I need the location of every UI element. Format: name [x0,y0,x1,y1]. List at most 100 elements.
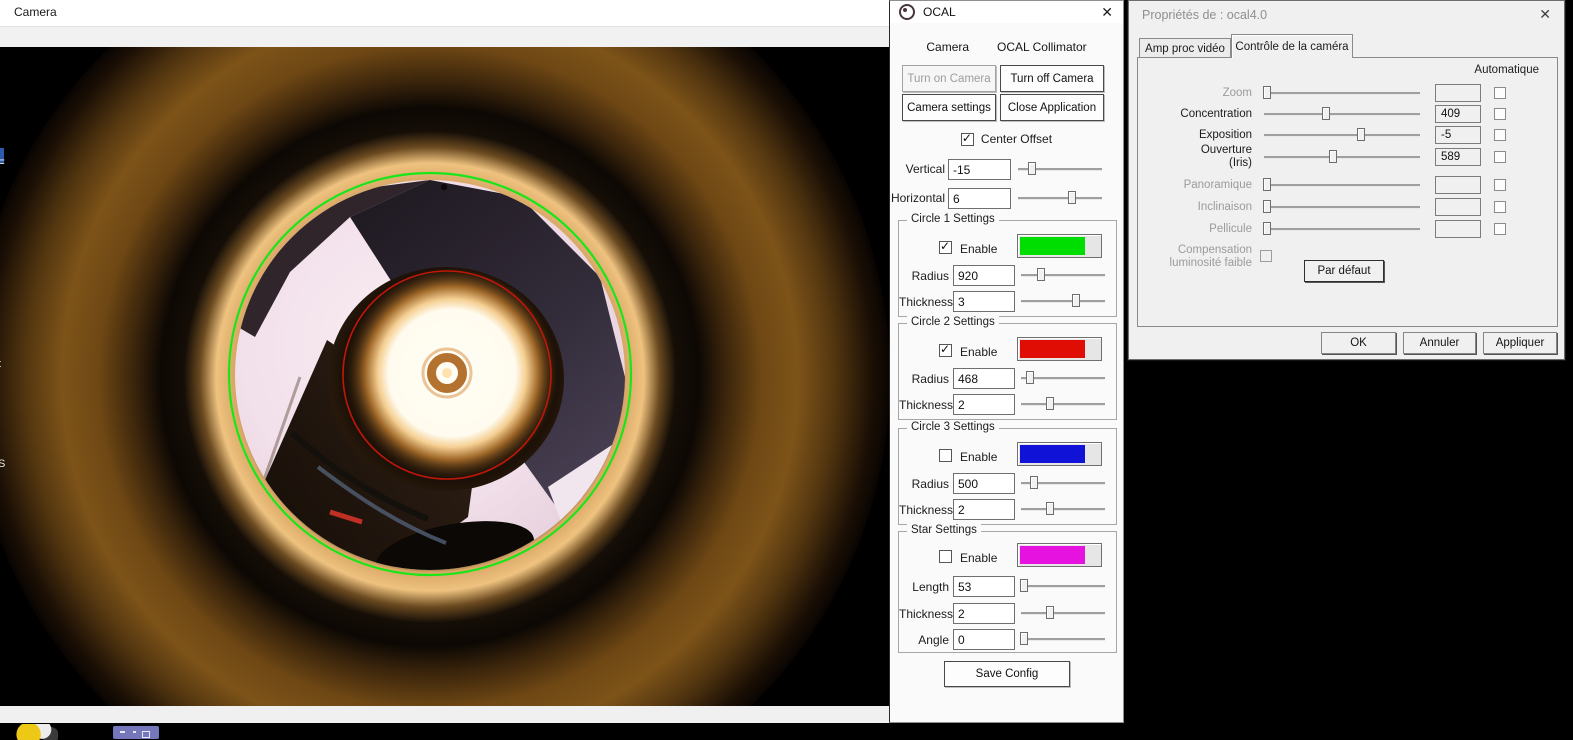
circle1-thickness-slider[interactable] [1021,293,1105,309]
star-angle-input[interactable] [953,629,1015,650]
zoom-value[interactable] [1435,84,1481,102]
camera-titlebar: Camera [0,0,889,27]
camera-settings-button[interactable]: Camera settings [902,94,996,121]
pellicule-auto-checkbox[interactable] [1494,223,1506,235]
circle3-group: Circle 3 Settings Enable Radius Thicknes… [898,421,1117,525]
circle3-thickness-slider[interactable] [1021,501,1105,517]
zoom-auto-checkbox[interactable] [1494,87,1506,99]
automatique-header: Automatique [1474,64,1539,76]
horizontal-label: Horizontal [890,191,945,205]
annuler-button[interactable]: Annuler [1403,332,1476,354]
pellicule-slider[interactable] [1263,221,1420,237]
star-enable-label: Enable [960,551,998,565]
zoom-slider[interactable] [1263,85,1420,101]
camera-window: Camera [0,0,890,740]
close-icon[interactable]: ✕ [1101,4,1113,21]
vertical-offset-input[interactable] [948,159,1011,180]
ocal-titlebar: OCAL ✕ [890,1,1123,23]
ocal-dialog-title: OCAL [923,5,956,19]
tab-amp-proc-video[interactable]: Amp proc vidéo [1139,38,1231,58]
tab-ocal-collimator[interactable]: OCAL Collimator [997,40,1087,54]
circle1-color-button[interactable] [1017,234,1102,258]
tab-camera[interactable]: Camera [926,40,969,54]
inclinaison-value[interactable] [1435,198,1481,216]
star-angle-slider[interactable] [1020,631,1105,647]
close-application-button[interactable]: Close Application [1000,94,1104,121]
inclinaison-auto-checkbox[interactable] [1494,201,1506,213]
ocal-tabs: Camera OCAL Collimator [890,40,1123,54]
concentration-label: Concentration [1180,108,1252,120]
pellicule-label: Pellicule [1209,223,1252,235]
compensation-checkbox[interactable] [1260,250,1272,262]
compensation-label-line2: luminosité faible [1169,257,1252,269]
appliquer-button[interactable]: Appliquer [1483,332,1557,354]
concentration-slider[interactable] [1264,106,1420,122]
horizontal-offset-input[interactable] [948,188,1011,209]
circle3-enable-checkbox[interactable] [939,449,952,462]
ouverture-value[interactable]: 589 [1435,148,1481,166]
circle2-color-button[interactable] [1017,337,1102,361]
circle2-radius-input[interactable] [953,368,1015,389]
ocal-dialog: OCAL ✕ Camera OCAL Collimator Turn on Ca… [889,0,1124,723]
star-length-input[interactable] [953,576,1015,597]
circle1-group-title: Circle 1 Settings [907,213,999,225]
minimize-icon [120,731,125,733]
concentration-value[interactable]: 409 [1435,105,1481,123]
star-angle-label: Angle [918,633,949,647]
inclinaison-slider[interactable] [1263,199,1420,215]
ouverture-auto-checkbox[interactable] [1494,151,1506,163]
tab-controle-camera[interactable]: Contrôle de la caméra [1231,34,1353,58]
circle2-radius-slider[interactable] [1021,370,1105,386]
circle1-enable-checkbox[interactable] [939,239,952,254]
desktop-label-fragment: S [0,458,6,470]
par-defaut-button[interactable]: Par défaut [1304,260,1384,282]
camera-window-bottom-strip [0,706,889,723]
star-thickness-label: Thickness [899,607,954,621]
circle3-radius-label: Radius [911,477,949,491]
exposition-value[interactable]: -5 [1435,126,1481,144]
panoramique-value[interactable] [1435,176,1481,194]
circle1-radius-slider[interactable] [1021,267,1105,283]
circle1-radius-input[interactable] [953,265,1015,286]
taskbar-window-button[interactable] [113,726,159,739]
vertical-offset-slider[interactable] [1018,161,1102,177]
ok-button[interactable]: OK [1321,332,1396,354]
horizontal-offset-slider[interactable] [1018,190,1102,206]
star-thickness-input[interactable] [953,603,1015,624]
taskbar-app-icon[interactable] [16,724,58,740]
collimation-image [0,0,890,740]
panoramique-slider[interactable] [1263,177,1420,193]
pellicule-value[interactable] [1435,220,1481,238]
circle3-radius-slider[interactable] [1021,475,1105,491]
concentration-auto-checkbox[interactable] [1494,108,1506,120]
star-group-title: Star Settings [907,524,981,536]
exposition-auto-checkbox[interactable] [1494,129,1506,141]
circle1-radius-label: Radius [911,269,949,283]
properties-dialog-title: Propriétés de : ocal4.0 [1142,8,1268,22]
dot-icon [133,731,136,733]
circle2-thickness-input[interactable] [953,394,1015,415]
circle2-thickness-label: Thickness [899,398,954,412]
circle2-thickness-slider[interactable] [1021,396,1105,412]
circle3-thickness-input[interactable] [953,499,1015,520]
save-config-button[interactable]: Save Config [944,661,1070,687]
turn-on-camera-button[interactable]: Turn on Camera [902,65,996,92]
circle3-color-button[interactable] [1017,442,1102,466]
turn-off-camera-button[interactable]: Turn off Camera [1000,65,1104,92]
star-length-slider[interactable] [1019,578,1105,594]
circle2-group: Circle 2 Settings Enable Radius Thicknes… [898,316,1117,420]
compensation-label-line1: Compensation [1177,244,1252,256]
circle1-thickness-input[interactable] [953,291,1015,312]
panoramique-auto-checkbox[interactable] [1494,179,1506,191]
star-enable-checkbox[interactable] [939,550,952,563]
circle3-radius-input[interactable] [953,473,1015,494]
ouverture-slider[interactable] [1264,149,1420,165]
center-offset-checkbox[interactable] [960,131,974,146]
close-icon[interactable]: ✕ [1539,6,1551,23]
star-length-label: Length [912,580,949,594]
circle2-enable-checkbox[interactable] [939,342,952,357]
circle3-thickness-label: Thickness [899,503,954,517]
star-thickness-slider[interactable] [1021,605,1105,621]
star-color-button[interactable] [1017,543,1102,567]
exposition-slider[interactable] [1264,127,1420,143]
